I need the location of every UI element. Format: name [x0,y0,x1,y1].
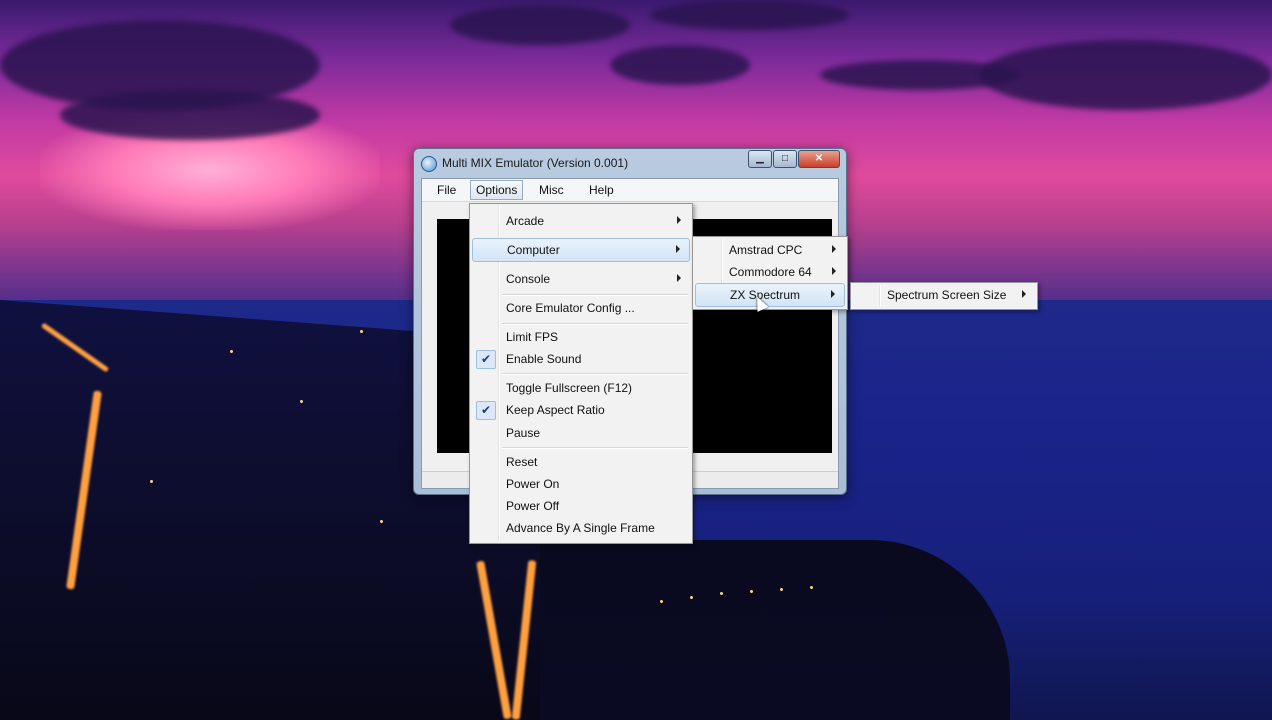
menu-item-toggle-fullscreen[interactable]: Toggle Fullscreen (F12) [472,377,690,399]
menu-separator [502,294,688,296]
menu-item-commodore-64[interactable]: Commodore 64 [695,261,845,283]
menu-misc[interactable]: Misc [534,183,569,197]
menu-item-arcade[interactable]: Arcade [472,210,690,232]
menu-item-label: Toggle Fullscreen (F12) [506,381,633,395]
menu-separator [502,373,688,375]
menu-separator [502,323,688,325]
menu-item-label: Commodore 64 [729,265,812,279]
menu-separator [502,447,688,449]
shore-light [720,592,723,595]
app-icon [421,156,437,172]
menu-item-enable-sound[interactable]: ✔ Enable Sound [472,348,690,370]
maximize-button[interactable]: □ [773,150,797,168]
menu-item-keep-aspect-ratio[interactable]: ✔ Keep Aspect Ratio [472,399,690,421]
submenu-arrow-icon [677,216,681,224]
minimize-button[interactable]: ▁ [748,150,772,168]
menu-item-label: Amstrad CPC [729,243,803,257]
menu-item-spectrum-screen-size[interactable]: Spectrum Screen Size [853,284,1035,306]
menu-options[interactable]: Options [470,180,524,200]
menu-item-label: Power On [506,477,560,491]
menu-item-amstrad-cpc[interactable]: Amstrad CPC [695,239,845,261]
menu-item-core-emulator-config[interactable]: Core Emulator Config ... [472,297,690,319]
zx-spectrum-submenu: Spectrum Screen Size [850,282,1038,310]
close-button[interactable]: ✕ [798,150,840,168]
shore-light [780,588,783,591]
menu-item-label: Pause [506,426,541,440]
menu-item-power-on[interactable]: Power On [472,473,690,495]
shore-light [660,600,663,603]
options-menu: Arcade Computer Console Core Emulator Co… [469,203,693,544]
cloud [980,40,1272,110]
check-icon: ✔ [476,401,496,420]
submenu-arrow-icon [832,267,836,275]
menu-file[interactable]: File [432,183,461,197]
submenu-arrow-icon [676,245,680,253]
menu-item-advance-frame[interactable]: Advance By A Single Frame [472,517,690,539]
cloud [610,45,750,85]
city-light [150,480,153,483]
window-title: Multi MIX Emulator (Version 0.001) [442,156,629,170]
submenu-arrow-icon [831,290,835,298]
submenu-arrow-icon [1022,290,1026,298]
menu-item-label: Arcade [506,214,545,228]
shore-light [690,596,693,599]
menu-bar: File Options Misc Help [422,179,838,202]
cloud [60,90,320,140]
title-bar[interactable]: Multi MIX Emulator (Version 0.001) ▁ □ ✕ [414,149,846,177]
menu-item-zx-spectrum[interactable]: ZX Spectrum [695,283,845,307]
menu-item-label: Core Emulator Config ... [506,301,635,315]
menu-item-label: Power Off [506,499,560,513]
submenu-arrow-icon [832,245,836,253]
city-light [380,520,383,523]
submenu-arrow-icon [677,274,681,282]
menu-item-label: Console [506,272,551,286]
city-light [230,350,233,353]
computer-submenu: Amstrad CPC Commodore 64 ZX Spectrum [692,236,848,310]
menu-item-console[interactable]: Console [472,268,690,290]
menu-item-label: Computer [507,243,560,257]
cloud [450,5,630,45]
menu-item-computer[interactable]: Computer [472,238,690,262]
menu-help[interactable]: Help [584,183,619,197]
menu-item-label: Enable Sound [506,352,582,366]
cloud [650,0,850,30]
menu-item-label: Reset [506,455,538,469]
menu-item-label: Advance By A Single Frame [506,521,655,535]
check-icon: ✔ [476,350,496,369]
menu-item-reset[interactable]: Reset [472,451,690,473]
menu-item-power-off[interactable]: Power Off [472,495,690,517]
city-light [300,400,303,403]
window-controls: ▁ □ ✕ [747,150,840,168]
menu-item-label: Spectrum Screen Size [887,288,1007,302]
menu-item-limit-fps[interactable]: Limit FPS [472,326,690,348]
menu-item-label: Keep Aspect Ratio [506,403,605,417]
shore-light [750,590,753,593]
shoreline [540,540,1010,720]
menu-item-label: Limit FPS [506,330,559,344]
menu-item-pause[interactable]: Pause [472,422,690,444]
city-light [360,330,363,333]
shore-light [810,586,813,589]
